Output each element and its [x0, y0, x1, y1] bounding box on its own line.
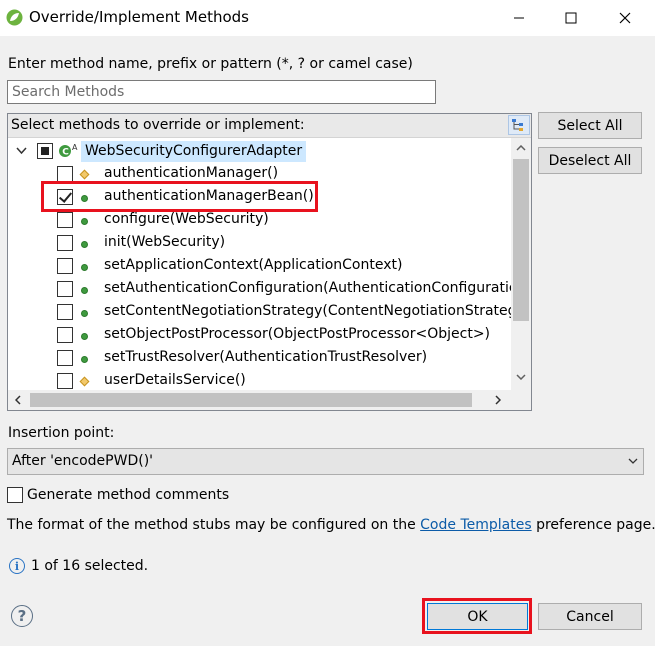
method-label: init(WebSecurity) [104, 234, 226, 250]
vertical-scroll-thumb[interactable] [513, 159, 529, 321]
minimize-button[interactable] [496, 0, 542, 36]
format-text-after: preference page. [531, 517, 655, 533]
method-checkbox[interactable] [57, 258, 73, 274]
highlight-box-selected-method [41, 181, 318, 212]
method-checkbox[interactable] [57, 327, 73, 343]
scroll-up-arrow[interactable] [511, 138, 531, 158]
generate-comments-checkbox[interactable] [7, 487, 23, 503]
method-label: authenticationManager() [104, 165, 279, 181]
tree-row-set-trust-resolver[interactable]: setTrustResolver(AuthenticationTrustReso… [8, 347, 511, 370]
info-icon: i [9, 558, 25, 574]
method-checkbox[interactable] [57, 212, 73, 228]
method-label: setAuthenticationConfiguration(Authentic… [104, 280, 517, 296]
chevron-down-icon [516, 374, 526, 380]
method-label: setApplicationContext(ApplicationContext… [104, 257, 403, 273]
tree-row-configure[interactable]: configure(WebSecurity) [8, 209, 511, 232]
search-input[interactable] [7, 80, 436, 104]
method-label: configure(WebSecurity) [104, 211, 269, 227]
protected-diamond-icon [79, 376, 90, 387]
selection-status: 1 of 16 selected. [31, 558, 149, 574]
window-title: Override/Implement Methods [29, 8, 249, 26]
insertion-point-label: Insertion point: [8, 425, 115, 441]
tree-root-row[interactable]: C A WebSecurityConfigurerAdapter [8, 140, 511, 163]
public-method-icon [81, 310, 88, 317]
format-info-text: The format of the method stubs may be co… [7, 517, 655, 533]
horizontal-scroll-thumb[interactable] [30, 393, 472, 407]
method-checkbox[interactable] [57, 350, 73, 366]
chevron-left-icon [15, 395, 21, 405]
tree-root-label: WebSecurityConfigurerAdapter [81, 141, 307, 162]
insertion-point-select[interactable]: After 'encodePWD()' [7, 448, 644, 475]
scrollbar-corner [511, 390, 531, 410]
tree-row-set-content-negotiation-strategy[interactable]: setContentNegotiationStrategy(ContentNeg… [8, 301, 530, 324]
tree-row-init[interactable]: init(WebSecurity) [8, 232, 511, 255]
chevron-up-icon [516, 145, 526, 151]
public-method-icon [81, 287, 88, 294]
deselect-all-button[interactable]: Deselect All [538, 147, 642, 174]
help-icon[interactable]: ? [11, 605, 33, 627]
sort-button[interactable] [508, 115, 530, 135]
public-method-icon [81, 241, 88, 248]
method-label: setTrustResolver(AuthenticationTrustReso… [104, 349, 428, 365]
method-label: setContentNegotiationStrategy(ContentNeg… [104, 303, 531, 319]
method-label: userDetailsService() [104, 372, 246, 388]
cancel-button[interactable]: Cancel [538, 603, 642, 630]
scroll-down-arrow[interactable] [511, 367, 531, 387]
method-checkbox[interactable] [57, 304, 73, 320]
generate-comments-label: Generate method comments [27, 487, 230, 503]
svg-text:A: A [72, 143, 78, 152]
abstract-class-icon: C A [59, 143, 78, 158]
spring-leaf-icon [6, 9, 23, 26]
expand-chevron-icon[interactable] [16, 147, 27, 155]
maximize-icon [565, 12, 577, 24]
search-label: Enter method name, prefix or pattern (*,… [8, 56, 413, 72]
insertion-point-value: After 'encodePWD()' [12, 453, 154, 469]
public-method-icon [81, 218, 88, 225]
select-all-button[interactable]: Select All [538, 112, 642, 139]
protected-diamond-icon [79, 169, 90, 180]
highlight-box-ok-button [422, 598, 532, 634]
method-tree[interactable]: Select methods to override or implement:… [7, 113, 532, 411]
format-text-before: The format of the method stubs may be co… [7, 517, 421, 533]
public-method-icon [81, 333, 88, 340]
close-icon [619, 12, 631, 24]
method-label: setObjectPostProcessor(ObjectPostProcess… [104, 326, 491, 342]
public-method-icon [81, 356, 88, 363]
scroll-right-arrow[interactable] [488, 390, 508, 410]
chevron-right-icon [495, 395, 501, 405]
tree-header: Select methods to override or implement: [8, 114, 531, 138]
method-checkbox[interactable] [57, 373, 73, 389]
method-checkbox[interactable] [57, 281, 73, 297]
tree-row-set-authentication-configuration[interactable]: setAuthenticationConfiguration(Authentic… [8, 278, 517, 301]
title-bar: Override/Implement Methods [0, 0, 655, 36]
tree-row-set-application-context[interactable]: setApplicationContext(ApplicationContext… [8, 255, 511, 278]
code-templates-link[interactable]: Code Templates [420, 517, 531, 533]
minimize-icon [514, 17, 524, 19]
public-method-icon [81, 264, 88, 271]
method-checkbox[interactable] [57, 166, 73, 182]
hierarchy-sort-icon [512, 119, 523, 131]
close-button[interactable] [602, 0, 648, 36]
svg-text:C: C [62, 148, 69, 158]
tree-header-label: Select methods to override or implement: [11, 117, 305, 133]
method-checkbox[interactable] [57, 235, 73, 251]
maximize-button[interactable] [548, 0, 594, 36]
tree-row-set-object-post-processor[interactable]: setObjectPostProcessor(ObjectPostProcess… [8, 324, 511, 347]
scroll-left-arrow[interactable] [8, 390, 28, 410]
chevron-down-icon [628, 458, 638, 464]
root-checkbox[interactable] [37, 143, 53, 159]
